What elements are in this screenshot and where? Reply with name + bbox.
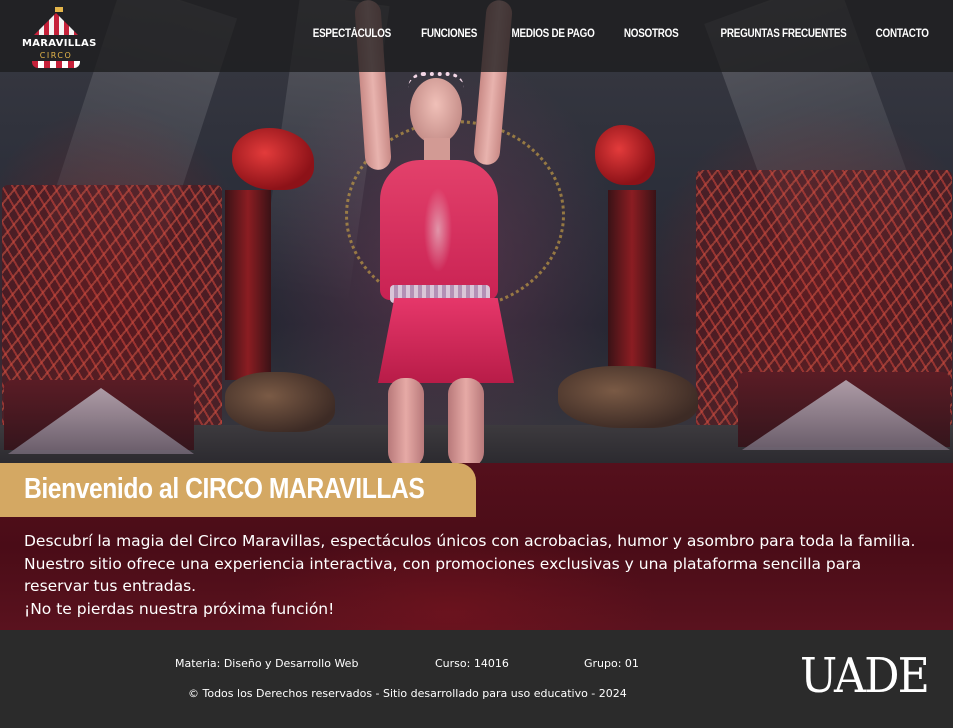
nav-link-preguntas-frecuentes[interactable]: PREGUNTAS FRECUENTES [720, 28, 846, 40]
main-menu: ESPECTÁCULOS FUNCIONES MEDIOS DE PAGO NO… [300, 28, 930, 40]
nav-link-medios-de-pago[interactable]: MEDIOS DE PAGO [511, 28, 594, 40]
welcome-title: Bienvenido al CIRCO MARAVILLAS [24, 473, 425, 505]
footer-grupo: Grupo: 01 [584, 657, 639, 670]
logo-subtext: CIRCO [39, 51, 73, 60]
welcome-description: Descubrí la magia del Circo Maravillas, … [24, 530, 929, 620]
logo-text: MARAVILLAS [22, 38, 97, 49]
welcome-paragraph: Descubrí la magia del Circo Maravillas, … [24, 532, 916, 595]
nav-link-contacto[interactable]: CONTACTO [876, 28, 929, 40]
welcome-cta-line: ¡No te pierdas nuestra próxima función! [24, 599, 335, 618]
logo-base-stripes [32, 61, 80, 68]
page-footer: Materia: Diseño y Desarrollo Web Curso: … [0, 630, 953, 728]
nav-link-nosotros[interactable]: NOSOTROS [624, 28, 679, 40]
footer-curso: Curso: 14016 [435, 657, 509, 670]
nav-link-espectaculos[interactable]: ESPECTÁCULOS [313, 28, 391, 40]
uade-logo: UADE [800, 648, 930, 704]
circo-maravillas-logo[interactable]: MARAVILLAS CIRCO [22, 7, 97, 69]
tent-icon [34, 13, 78, 35]
flag-icon [55, 7, 63, 12]
nav-link-funciones[interactable]: FUNCIONES [421, 28, 477, 40]
footer-copyright: © Todos los Derechos reservados - Sitio … [188, 687, 627, 700]
footer-materia: Materia: Diseño y Desarrollo Web [175, 657, 359, 670]
welcome-section: Bienvenido al CIRCO MARAVILLAS Descubrí … [0, 463, 953, 630]
welcome-title-banner: Bienvenido al CIRCO MARAVILLAS [0, 463, 476, 517]
top-navbar: MARAVILLAS CIRCO ESPECTÁCULOS FUNCIONES … [0, 0, 953, 72]
